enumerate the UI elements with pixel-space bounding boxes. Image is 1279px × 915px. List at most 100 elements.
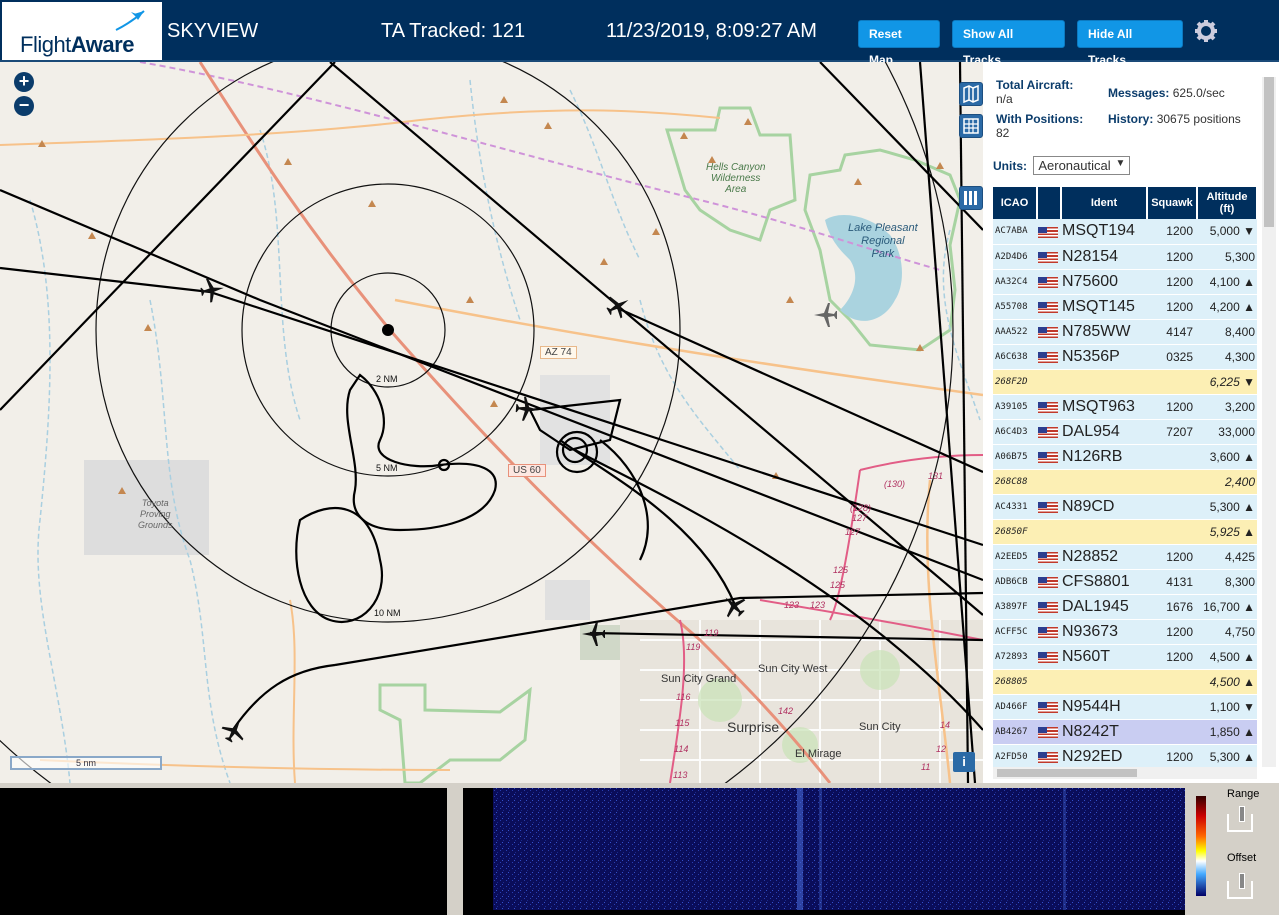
us-flag-icon bbox=[1038, 651, 1058, 663]
cell-icao: AC4331 bbox=[993, 494, 1037, 520]
table-row[interactable]: A2D4D6 N28154 1200 5,300 bbox=[993, 244, 1257, 270]
info-button[interactable]: i bbox=[953, 752, 975, 772]
cell-ident: N292ED bbox=[1061, 744, 1147, 767]
flightaware-logo[interactable]: FlightAware bbox=[2, 2, 162, 60]
table-row[interactable]: A6C638 N5356P 0325 4,300 bbox=[993, 344, 1257, 370]
table-row[interactable]: AD466F N9544H 1,100 ▼ bbox=[993, 694, 1257, 720]
us-flag-icon bbox=[1038, 426, 1058, 438]
table-row[interactable]: 268C88 2,400 bbox=[993, 469, 1257, 495]
sidebar-vertical-scrollbar[interactable] bbox=[1262, 77, 1276, 767]
offset-slider[interactable] bbox=[1227, 873, 1253, 899]
aircraft-table-container[interactable]: ICAO Ident Squawk Altitude (ft) AC7ABA MS… bbox=[993, 187, 1257, 767]
col-header-ident[interactable]: Ident bbox=[1061, 187, 1148, 219]
table-row[interactable]: AA32C4 N75600 1200 4,100 ▲ bbox=[993, 269, 1257, 295]
cell-squawk: 1200 bbox=[1147, 744, 1197, 767]
cell-altitude: 2,400 bbox=[1197, 469, 1257, 495]
table-row[interactable]: A2EED5 N28852 1200 4,425 bbox=[993, 544, 1257, 570]
positions-value: 82 bbox=[996, 126, 1010, 140]
show-all-tracks-button[interactable]: Show All Tracks bbox=[952, 20, 1065, 67]
cell-altitude: 4,300 bbox=[1197, 344, 1257, 370]
col-header-squawk[interactable]: Squawk bbox=[1147, 187, 1198, 219]
route-number: 14 bbox=[940, 720, 951, 730]
table-row[interactable]: A72893 N560T 1200 4,500 ▲ bbox=[993, 644, 1257, 670]
columns-icon bbox=[964, 191, 977, 205]
cell-ident: N28852 bbox=[1061, 544, 1147, 570]
grid-icon bbox=[963, 118, 979, 134]
hide-all-tracks-button[interactable]: Hide All Tracks bbox=[1077, 20, 1183, 67]
us-flag-icon bbox=[1038, 276, 1058, 288]
gear-icon[interactable] bbox=[1194, 19, 1218, 43]
cell-ident bbox=[1061, 669, 1147, 695]
cell-flag bbox=[1037, 469, 1061, 495]
table-row[interactable]: A39105 MSQT963 1200 3,200 bbox=[993, 394, 1257, 420]
cell-ident: CFS8801 bbox=[1061, 569, 1147, 595]
cell-icao: A06B75 bbox=[993, 444, 1037, 470]
us-flag-icon bbox=[1038, 551, 1058, 563]
cell-altitude: 4,750 bbox=[1197, 619, 1257, 645]
col-header-flag[interactable] bbox=[1037, 187, 1062, 219]
table-row[interactable]: AB4267 N8242T 1,850 ▲ bbox=[993, 719, 1257, 745]
route-number: 142 bbox=[778, 706, 794, 716]
cell-flag bbox=[1037, 494, 1061, 520]
units-select[interactable]: Aeronautical ▼ bbox=[1033, 156, 1131, 175]
cell-flag bbox=[1037, 594, 1061, 620]
cell-squawk: 1200 bbox=[1147, 644, 1197, 670]
table-row[interactable]: AAA522 N785WW 4147 8,400 bbox=[993, 319, 1257, 345]
cell-ident bbox=[1061, 469, 1147, 495]
zoom-out-button[interactable]: − bbox=[14, 96, 34, 116]
route-number: 11 bbox=[921, 762, 931, 772]
table-row[interactable]: AC7ABA MSQT194 1200 5,000 ▼ bbox=[993, 219, 1257, 245]
route-number: 12 bbox=[936, 744, 947, 754]
col-header-altitude[interactable]: Altitude (ft) bbox=[1197, 187, 1257, 219]
scale-bar: 5 nm bbox=[10, 756, 162, 770]
table-row[interactable]: A06B75 N126RB 3,600 ▲ bbox=[993, 444, 1257, 470]
reset-map-button[interactable]: Reset Map bbox=[858, 20, 940, 67]
cell-squawk: 1676 bbox=[1147, 594, 1197, 620]
zoom-in-button[interactable]: + bbox=[14, 72, 34, 92]
table-horizontal-scrollbar[interactable] bbox=[993, 767, 1257, 779]
col-header-icao[interactable]: ICAO bbox=[993, 187, 1038, 219]
cell-altitude: 4,425 bbox=[1197, 544, 1257, 570]
scrollbar-thumb[interactable] bbox=[997, 769, 1137, 777]
total-aircraft-value: n/a bbox=[996, 92, 1013, 106]
grid-toggle-button[interactable] bbox=[959, 114, 983, 138]
table-row[interactable]: ACFF5C N93673 1200 4,750 bbox=[993, 619, 1257, 645]
route-number: 127 bbox=[845, 527, 861, 537]
cell-icao: ADB6CB bbox=[993, 569, 1037, 595]
columns-toggle-button[interactable] bbox=[959, 186, 983, 210]
logo-text: FlightAware bbox=[20, 32, 134, 57]
table-row[interactable]: A55708 MSQT145 1200 4,200 ▲ bbox=[993, 294, 1257, 320]
table-row[interactable]: A3897F DAL1945 1676 16,700 ▲ bbox=[993, 594, 1257, 620]
route-number: 114 bbox=[674, 744, 689, 754]
cell-flag bbox=[1037, 344, 1061, 370]
map-canvas[interactable] bbox=[0, 62, 983, 783]
table-row[interactable]: AC4331 N89CD 5,300 ▲ bbox=[993, 494, 1257, 520]
map-view[interactable]: 2 NM 5 NM 10 NM AZ 74 US 60 Hells Canyon… bbox=[0, 62, 983, 783]
cell-ident: N9544H bbox=[1061, 694, 1147, 720]
map-type-button[interactable] bbox=[959, 82, 983, 106]
table-row[interactable]: 268805 4,500 ▲ bbox=[993, 669, 1257, 695]
cell-ident: N93673 bbox=[1061, 619, 1147, 645]
us-flag-icon bbox=[1038, 501, 1058, 513]
cell-icao: A39105 bbox=[993, 394, 1037, 420]
route-number: 116 bbox=[676, 692, 691, 702]
cell-altitude: 4,200 ▲ bbox=[1197, 294, 1257, 320]
cell-ident: N75600 bbox=[1061, 269, 1147, 295]
ring-label-5nm: 5 NM bbox=[376, 463, 398, 473]
cell-icao: AAA522 bbox=[993, 319, 1037, 345]
table-row[interactable]: A6C4D3 DAL954 7207 33,000 bbox=[993, 419, 1257, 445]
header-bar: FlightAware SKYVIEW TA Tracked: 121 11/2… bbox=[0, 0, 1279, 67]
cell-flag bbox=[1037, 294, 1061, 320]
table-row[interactable]: ADB6CB CFS8801 4131 8,300 bbox=[993, 569, 1257, 595]
cell-icao: A2D4D6 bbox=[993, 244, 1037, 270]
range-slider[interactable] bbox=[1227, 806, 1253, 832]
cell-squawk bbox=[1147, 669, 1197, 695]
table-row[interactable]: 268F2D 6,225 ▼ bbox=[993, 369, 1257, 395]
table-row[interactable]: A2FD50 N292ED 1200 5,300 ▲ bbox=[993, 744, 1257, 767]
us-flag-icon bbox=[1038, 751, 1058, 763]
scrollbar-thumb[interactable] bbox=[1264, 77, 1274, 227]
table-row[interactable]: 26850F 5,925 ▲ bbox=[993, 519, 1257, 545]
cell-flag bbox=[1037, 444, 1061, 470]
units-label: Units: bbox=[993, 159, 1027, 173]
cell-icao: A2FD50 bbox=[993, 744, 1037, 767]
